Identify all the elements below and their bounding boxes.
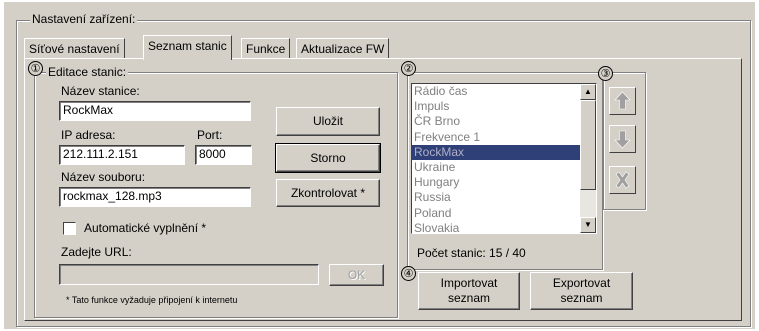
filename-label: Název souboru: xyxy=(61,170,146,184)
import-list-button[interactable]: Importovat seznam xyxy=(418,272,520,310)
station-edit-legend: Editace stanic: xyxy=(46,65,129,79)
port-input[interactable]: 8000 xyxy=(195,145,252,165)
import-label-line1: Importovat xyxy=(440,276,498,290)
tab-functions[interactable]: Funkce xyxy=(241,38,291,59)
scroll-up-button[interactable]: ▲ xyxy=(580,84,596,100)
station-list-item[interactable]: Ukraine xyxy=(412,160,596,175)
arrow-down-icon xyxy=(614,130,631,149)
station-list-items: Rádio čas Impuls ČR Brno Frekvence 1 RockMax… xyxy=(412,84,596,233)
station-listbox[interactable]: Rádio čas Impuls ČR Brno Frekvence 1 RockMax… xyxy=(411,83,597,234)
station-list-item[interactable]: Russia xyxy=(412,190,596,205)
delete-station-button[interactable] xyxy=(609,166,636,194)
check-button[interactable]: Zkontrolovat * xyxy=(276,179,380,207)
filename-input[interactable]: rockmax_128.mp3 xyxy=(59,187,251,207)
export-label-line2: seznam xyxy=(560,291,603,305)
tab-network-settings[interactable]: Síťové nastavení xyxy=(24,38,125,59)
station-name-label: Název stanice: xyxy=(61,84,140,98)
port-label: Port: xyxy=(197,128,223,142)
device-settings-legend: Nastavení zařízení: xyxy=(30,12,138,26)
station-list-item[interactable]: Hungary xyxy=(412,175,596,190)
station-list-item[interactable]: Slovakia xyxy=(412,221,596,233)
export-label-line1: Exportovat xyxy=(552,276,611,290)
url-label: Zadejte URL: xyxy=(61,245,132,259)
move-up-button[interactable] xyxy=(609,87,636,115)
import-label-line2: seznam xyxy=(447,291,491,305)
marker-1: ① xyxy=(28,61,43,76)
station-list-item[interactable]: Rádio čas xyxy=(412,84,596,99)
save-button[interactable]: Uložit xyxy=(276,107,380,136)
station-list-item[interactable]: Impuls xyxy=(412,99,596,114)
cancel-button[interactable]: Storno xyxy=(275,143,381,173)
tab-station-list[interactable]: Seznam stanic xyxy=(143,35,232,60)
auto-fill-label: Automatické vyplnění * xyxy=(84,221,207,235)
arrow-up-icon xyxy=(614,91,631,110)
station-list-item[interactable]: ČR Brno xyxy=(412,114,596,129)
station-name-input[interactable]: RockMax xyxy=(59,101,251,121)
marker-2: ② xyxy=(401,61,416,76)
marker-3: ③ xyxy=(598,66,613,81)
export-list-button[interactable]: Exportovat seznam xyxy=(530,272,633,310)
marker-4: ④ xyxy=(401,266,416,281)
internet-footnote: * Tato funkce vyžaduje připojení k inter… xyxy=(66,295,238,305)
station-list-item[interactable]: Frekvence 1 xyxy=(412,130,596,145)
url-input[interactable] xyxy=(59,264,319,285)
auto-fill-checkbox[interactable] xyxy=(63,222,76,235)
delete-x-icon xyxy=(615,171,630,189)
ok-button[interactable]: OK xyxy=(329,264,384,286)
scroll-thumb[interactable] xyxy=(580,100,596,190)
tab-firmware-update[interactable]: Aktualizace FW xyxy=(296,38,390,59)
ip-address-input[interactable]: 212.111.2.151 xyxy=(59,145,185,165)
station-list-item[interactable]: RockMax xyxy=(412,144,596,160)
move-down-button[interactable] xyxy=(609,125,636,153)
scroll-down-button[interactable]: ▼ xyxy=(580,217,596,233)
station-list-item[interactable]: Poland xyxy=(412,206,596,221)
station-count: Počet stanic: 15 / 40 xyxy=(417,246,526,260)
station-list-scrollbar[interactable]: ▲ ▼ xyxy=(580,84,596,233)
ip-address-label: IP adresa: xyxy=(61,128,116,142)
